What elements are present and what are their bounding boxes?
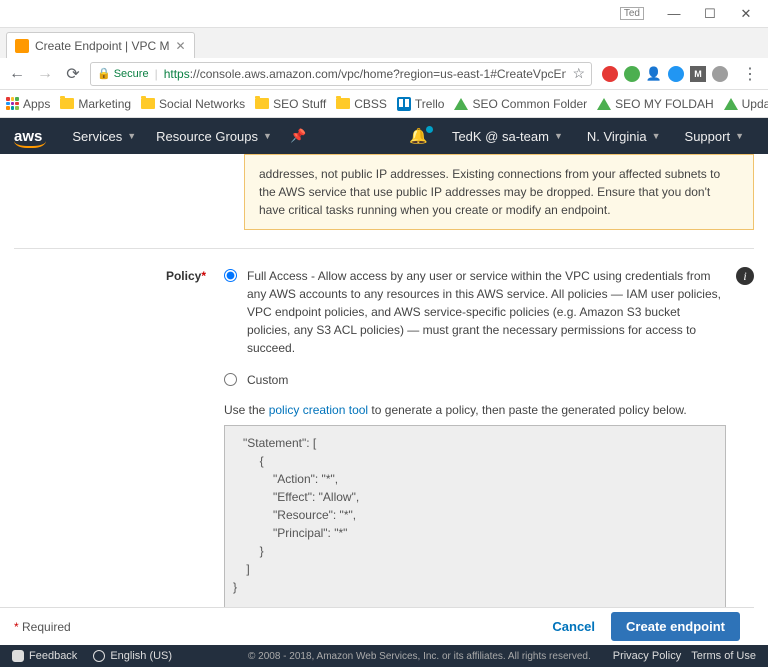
policy-hint: Use the policy creation tool to generate… xyxy=(224,403,726,417)
nav-services[interactable]: Services▼ xyxy=(62,129,146,144)
url-input[interactable]: 🔒 Secure | https://console.aws.amazon.co… xyxy=(90,62,592,86)
drive-icon xyxy=(724,98,738,110)
policy-json-textarea[interactable] xyxy=(224,425,726,613)
caret-down-icon: ▼ xyxy=(127,131,136,141)
bookmarks-bar: Apps Marketing Social Networks SEO Stuff… xyxy=(0,90,768,118)
bookmark-cbss[interactable]: CBSS xyxy=(336,97,387,111)
folder-icon xyxy=(141,98,155,109)
policy-custom-option[interactable]: Custom xyxy=(224,371,726,389)
bookmark-seo-stuff[interactable]: SEO Stuff xyxy=(255,97,326,111)
trello-icon xyxy=(397,97,411,111)
url-text: https://console.aws.amazon.com/vpc/home?… xyxy=(164,67,567,81)
secure-lock-icon: 🔒 Secure xyxy=(97,67,149,80)
apps-grid-icon xyxy=(6,97,19,110)
nav-back-icon[interactable]: ← xyxy=(6,63,28,85)
privacy-link[interactable]: Privacy Policy xyxy=(613,650,681,662)
ext-icon-4[interactable] xyxy=(668,66,684,82)
nav-account[interactable]: TedK @ sa-team▼ xyxy=(442,129,573,144)
drive-icon xyxy=(454,98,468,110)
bookmark-trello[interactable]: Trello xyxy=(397,97,445,111)
policy-section: Policy* i Full Access - Allow access by … xyxy=(14,267,754,613)
nav-reload-icon[interactable]: ⟳ xyxy=(62,63,84,85)
nav-pin-icon[interactable]: 📌 xyxy=(282,128,314,144)
tab-title: Create Endpoint | VPC M xyxy=(35,39,170,53)
ext-icon-6[interactable] xyxy=(712,66,728,82)
drive-icon xyxy=(597,98,611,110)
create-endpoint-button[interactable]: Create endpoint xyxy=(611,612,740,641)
extension-icons: 👤 M xyxy=(598,66,732,82)
bookmark-seo-foldah[interactable]: SEO MY FOLDAH xyxy=(597,97,713,111)
copyright-text: © 2008 - 2018, Amazon Web Services, Inc.… xyxy=(248,651,591,662)
browser-menu-icon[interactable]: ⋮ xyxy=(738,64,762,84)
window-titlebar: Ted — ☐ ✕ xyxy=(0,0,768,28)
bookmark-social-networks[interactable]: Social Networks xyxy=(141,97,245,111)
browser-tab-active[interactable]: Create Endpoint | VPC M ✕ xyxy=(6,32,195,58)
window-maximize-icon[interactable]: ☐ xyxy=(696,4,724,24)
ext-icon-1[interactable] xyxy=(602,66,618,82)
radio-custom[interactable] xyxy=(224,373,237,386)
notification-dot-icon xyxy=(426,126,433,133)
aws-footer: Feedback English (US) © 2008 - 2018, Ama… xyxy=(0,645,768,667)
policy-creation-tool-link[interactable]: policy creation tool xyxy=(269,403,368,417)
required-note: * Required xyxy=(14,620,71,634)
nav-forward-icon[interactable]: → xyxy=(34,63,56,85)
caret-down-icon: ▼ xyxy=(554,131,563,141)
nav-resource-groups[interactable]: Resource Groups▼ xyxy=(146,129,282,144)
window-minimize-icon[interactable]: — xyxy=(660,4,688,24)
nav-support[interactable]: Support▼ xyxy=(675,129,754,144)
caret-down-icon: ▼ xyxy=(735,131,744,141)
folder-icon xyxy=(336,98,350,109)
bookmark-updates[interactable]: Updates xyxy=(724,97,768,111)
bookmark-seo-common[interactable]: SEO Common Folder xyxy=(454,97,587,111)
content-scroll-area[interactable]: addresses, not public IP addresses. Exis… xyxy=(0,154,768,613)
bookmark-marketing[interactable]: Marketing xyxy=(60,97,131,111)
aws-favicon-icon xyxy=(15,39,29,53)
cancel-button[interactable]: Cancel xyxy=(552,619,595,634)
full-access-description: Full Access - Allow access by any user o… xyxy=(247,267,726,357)
custom-label: Custom xyxy=(247,371,288,389)
aws-top-nav: aws Services▼ Resource Groups▼ 📌 🔔 TedK … xyxy=(0,118,768,154)
window-indicator: Ted xyxy=(620,7,644,20)
ext-icon-2[interactable] xyxy=(624,66,640,82)
apps-shortcut[interactable]: Apps xyxy=(6,97,50,111)
ext-icon-3[interactable]: 👤 xyxy=(646,66,662,82)
folder-icon xyxy=(255,98,269,109)
aws-logo-icon[interactable]: aws xyxy=(14,128,42,145)
notifications-bell-icon[interactable]: 🔔 xyxy=(399,127,438,145)
chat-icon xyxy=(12,650,24,662)
content-wrapper: addresses, not public IP addresses. Exis… xyxy=(0,154,768,645)
terms-link[interactable]: Terms of Use xyxy=(691,650,756,662)
browser-tab-strip: Create Endpoint | VPC M ✕ xyxy=(0,28,768,58)
form-footer-bar: * Required Cancel Create endpoint xyxy=(0,607,754,645)
section-divider xyxy=(14,248,754,249)
policy-full-access-option[interactable]: Full Access - Allow access by any user o… xyxy=(224,267,726,357)
caret-down-icon: ▼ xyxy=(652,131,661,141)
folder-icon xyxy=(60,98,74,109)
globe-icon xyxy=(93,650,105,662)
ext-icon-5[interactable]: M xyxy=(690,66,706,82)
policy-label: Policy* xyxy=(14,267,224,613)
warning-message: addresses, not public IP addresses. Exis… xyxy=(244,154,754,230)
bookmark-star-icon[interactable]: ☆ xyxy=(572,65,585,82)
caret-down-icon: ▼ xyxy=(263,131,272,141)
nav-region[interactable]: N. Virginia▼ xyxy=(577,129,671,144)
radio-full-access[interactable] xyxy=(224,269,237,282)
feedback-link[interactable]: Feedback xyxy=(12,650,77,662)
info-icon[interactable]: i xyxy=(736,267,754,285)
browser-address-bar: ← → ⟳ 🔒 Secure | https://console.aws.ama… xyxy=(0,58,768,90)
window-close-icon[interactable]: ✕ xyxy=(732,4,760,24)
tab-close-icon[interactable]: ✕ xyxy=(176,39,186,53)
language-selector[interactable]: English (US) xyxy=(93,650,172,662)
